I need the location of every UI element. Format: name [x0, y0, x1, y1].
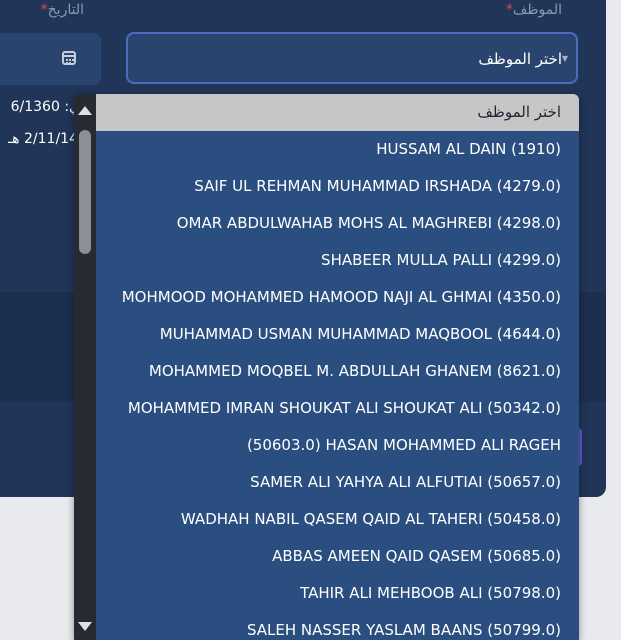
- employee-label-text: الموظف: [512, 2, 562, 18]
- scrollbar-thumb[interactable]: [79, 130, 91, 254]
- dropdown-option[interactable]: SAIF UL REHMAN MUHAMMAD IRSHADA (4279.0): [96, 168, 579, 205]
- dropdown-options: اختر الموظف HUSSAM AL DAIN (1910) SAIF U…: [96, 94, 579, 640]
- date-text-gregorian: ي: 6/1360: [10, 99, 80, 115]
- dropdown-option[interactable]: (50603.0) HASAN MOHAMMED ALI RAGEH: [96, 427, 579, 464]
- dropdown-option[interactable]: SHABEER MULLA PALLI (4299.0): [96, 242, 579, 279]
- dropdown-option[interactable]: MOHAMMED IMRAN SHOUKAT ALI SHOUKAT ALI (…: [96, 390, 579, 427]
- employee-dropdown-list[interactable]: اختر الموظف HUSSAM AL DAIN (1910) SAIF U…: [74, 94, 579, 640]
- date-label: التاريخ*: [38, 2, 84, 18]
- employee-select[interactable]: ▼ اختر الموظف: [126, 32, 578, 84]
- dropdown-option[interactable]: TAHIR ALI MEHBOOB ALI (50798.0): [96, 575, 579, 612]
- date-text-hijri: 2/11/14 هـ: [8, 131, 78, 147]
- date-input[interactable]: [0, 33, 101, 85]
- dropdown-option-placeholder[interactable]: اختر الموظف: [96, 94, 579, 131]
- dropdown-scrollbar[interactable]: [74, 94, 96, 640]
- dropdown-option[interactable]: MUHAMMAD USMAN MUHAMMAD MAQBOOL (4644.0): [96, 316, 579, 353]
- dropdown-option[interactable]: WADHAH NABIL QASEM QAID AL TAHERI (50458…: [96, 501, 579, 538]
- dropdown-option[interactable]: HUSSAM AL DAIN (1910): [96, 131, 579, 168]
- dropdown-option[interactable]: MOHMOOD MOHAMMED HAMOOD NAJI AL GHMAI (4…: [96, 279, 579, 316]
- calendar-icon[interactable]: [62, 51, 76, 65]
- scroll-down-arrow-icon[interactable]: [78, 622, 92, 631]
- scroll-up-arrow-icon[interactable]: [78, 106, 92, 115]
- dropdown-option[interactable]: MOHAMMED MOQBEL M. ABDULLAH GHANEM (8621…: [96, 353, 579, 390]
- employee-label: الموظف*: [503, 2, 562, 18]
- employee-select-value: اختر الموظف: [478, 50, 562, 68]
- required-mark: *: [505, 2, 513, 18]
- dropdown-option[interactable]: OMAR ABDULWAHAB MOHS AL MAGHREBI (4298.0…: [96, 205, 579, 242]
- date-label-text: التاريخ: [47, 2, 84, 18]
- chevron-down-icon: ▼: [561, 54, 568, 63]
- required-mark: *: [40, 2, 48, 18]
- dropdown-option[interactable]: SALEH NASSER YASLAM BAANS (50799.0): [96, 612, 579, 640]
- dropdown-option[interactable]: SAMER ALI YAHYA ALI ALFUTIAI (50657.0): [96, 464, 579, 501]
- dropdown-option[interactable]: ABBAS AMEEN QAID QASEM (50685.0): [96, 538, 579, 575]
